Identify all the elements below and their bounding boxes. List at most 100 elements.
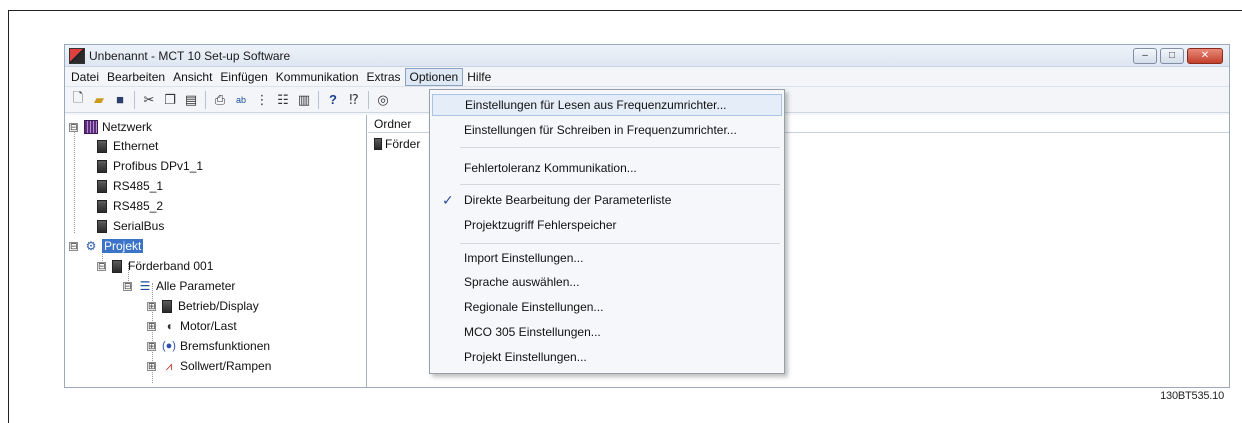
help-icon[interactable]: ? [324,91,342,109]
tree-item-label: Projekt [102,239,144,253]
project-icon: ⚙ [85,239,97,253]
menu-item-projektzugriff[interactable]: Projektzugriff Fehlerspeicher [432,214,782,236]
drive-icon [374,138,382,150]
title-bar[interactable]: Unbenannt - MCT 10 Set-up Software – □ ✕ [65,45,1229,67]
brake-icon: (●) [162,340,176,352]
menu-item-fehlertoleranz[interactable]: Fehlertoleranz Kommunikation... [432,157,782,179]
menu-item-sprache[interactable]: Sprache auswählen... [432,271,782,293]
paste-icon[interactable]: ▤ [182,91,200,109]
tree-item-netzwerk[interactable]: ⊟ Netzwerk [69,117,152,137]
tree-item-label: Sollwert/Rampen [180,359,272,373]
menu-ansicht[interactable]: Ansicht [169,68,216,86]
device-icon [97,179,107,193]
device-icon [97,199,107,213]
tree-item-betrieb-display[interactable]: ⊞ Betrieb/Display [147,296,259,316]
tree-item-label: Betrieb/Display [178,299,259,313]
expand-icon[interactable]: ⊞ [147,341,156,351]
tree-item-label: Bremsfunktionen [180,339,271,353]
expand-icon[interactable]: ⊞ [147,321,156,331]
menu-item-label: Direkte Bearbeitung der Parameterliste [464,193,672,207]
tree-item-projekt[interactable]: ⊟ ⚙ Projekt [69,236,144,256]
list-item[interactable]: Förder [374,137,420,151]
save-icon[interactable]: ■ [111,91,129,109]
menu-optionen[interactable]: Optionen [404,67,464,86]
menu-einfuegen[interactable]: Einfügen [216,68,271,86]
expand-icon[interactable]: ⊞ [147,301,156,311]
tree-item-alle-parameter[interactable]: ⊟ ☰ Alle Parameter [123,276,235,296]
minimize-button[interactable]: – [1133,48,1157,64]
menu-datei[interactable]: Datei [67,68,103,86]
context-help-icon[interactable]: ⁉ [345,91,363,109]
menu-bearbeiten[interactable]: Bearbeiten [103,68,169,86]
menu-separator [460,243,780,244]
tree-item-label: Profibus DPv1_1 [113,159,204,173]
menu-kommunikation[interactable]: Kommunikation [272,68,363,86]
menu-item-projekt-einstellungen[interactable]: Projekt Einstellungen... [432,346,782,368]
toolbar-separator [134,90,135,109]
device-icon [97,219,107,233]
optionen-dropdown-menu: Einstellungen für Lesen aus Frequenzumri… [429,89,785,374]
tree-item-rs485-1[interactable]: RS485_1 [97,176,163,196]
tree-item-label: Motor/Last [180,319,237,333]
project-tree[interactable]: ⊟ Netzwerk Ethernet Profibus DPv1_1 RS48… [65,115,367,387]
print-icon[interactable]: ⎙ [211,91,229,109]
cut-icon[interactable]: ✂ [140,91,158,109]
toolbar-separator [318,90,319,109]
maximize-button[interactable]: □ [1160,48,1184,64]
collapse-icon[interactable]: ⊟ [69,241,78,251]
columns-icon[interactable]: ▥ [295,91,313,109]
window-title: Unbenannt - MCT 10 Set-up Software [89,48,291,63]
tree-item-label: Förderband 001 [128,259,214,273]
rename-icon[interactable]: ab [232,91,250,109]
tree-item-label: RS485_2 [113,199,164,213]
tree-item-ethernet[interactable]: Ethernet [97,136,158,156]
copy-icon[interactable]: ❐ [161,91,179,109]
collapse-icon[interactable]: ⊟ [123,281,132,291]
menu-separator [460,184,780,185]
menu-bar: Datei Bearbeiten Ansicht Einfügen Kommun… [65,67,1229,87]
collapse-icon[interactable]: ⊟ [69,122,78,132]
tree-item-foerderband[interactable]: ⊟ Förderband 001 [97,256,213,276]
tree-item-label: Netzwerk [102,120,153,134]
tree-item-serialbus[interactable]: SerialBus [97,216,164,236]
menu-separator [460,147,780,148]
menu-item-import-einstellungen[interactable]: Import Einstellungen... [432,247,782,269]
tree-guide [74,129,75,233]
device-icon [97,159,107,173]
tree-item-sollwert-rampen[interactable]: ⊞ ⩘ Sollwert/Rampen [147,356,271,376]
expand-icon[interactable]: ⊞ [147,361,156,371]
list-item-label: Förder [385,137,421,151]
network-icon [84,120,98,134]
menu-hilfe[interactable]: Hilfe [463,68,495,86]
tree-item-profibus[interactable]: Profibus DPv1_1 [97,156,203,176]
tree-item-rs485-2[interactable]: RS485_2 [97,196,163,216]
menu-item-lesen-einstellungen[interactable]: Einstellungen für Lesen aus Frequenzumri… [432,94,782,116]
tree-item-bremsfunktionen[interactable]: ⊞ (●) Bremsfunktionen [147,336,270,356]
toolbar-separator [205,90,206,109]
tree-item-label: RS485_1 [113,179,164,193]
tree-item-label: Ethernet [113,139,159,153]
menu-item-direkte-bearbeitung[interactable]: ✓ Direkte Bearbeitung der Parameterliste [432,189,782,211]
close-button[interactable]: ✕ [1187,48,1223,64]
menu-item-schreiben-einstellungen[interactable]: Einstellungen für Schreiben in Frequenzu… [432,119,782,141]
open-folder-icon[interactable]: ▰ [90,91,108,109]
menu-extras[interactable]: Extras [363,68,405,86]
app-logo-icon [69,47,85,64]
tree-icon[interactable]: ⋮ [253,91,271,109]
new-file-icon[interactable]: 🗋 [69,90,87,109]
ramp-icon: ⩘ [165,358,173,373]
collapse-icon[interactable]: ⊟ [97,261,106,271]
list-icon[interactable]: ☷ [274,91,292,109]
menu-item-regionale-einstellungen[interactable]: Regionale Einstellungen... [432,296,782,318]
device-icon [97,139,107,153]
connect-icon[interactable]: ◎ [374,91,392,109]
tree-item-label: SerialBus [113,219,165,233]
tree-item-motor-last[interactable]: ⊞ ◖ Motor/Last [147,316,237,336]
tree-item-label: Alle Parameter [156,279,236,293]
drive-icon [112,259,122,273]
figure-code: 130BT535.10 [1160,390,1224,402]
motor-icon: ◖ [165,319,173,333]
toolbar-separator [368,90,369,109]
menu-item-mco305-einstellungen[interactable]: MCO 305 Einstellungen... [432,321,782,343]
checkmark-icon: ✓ [442,191,454,208]
